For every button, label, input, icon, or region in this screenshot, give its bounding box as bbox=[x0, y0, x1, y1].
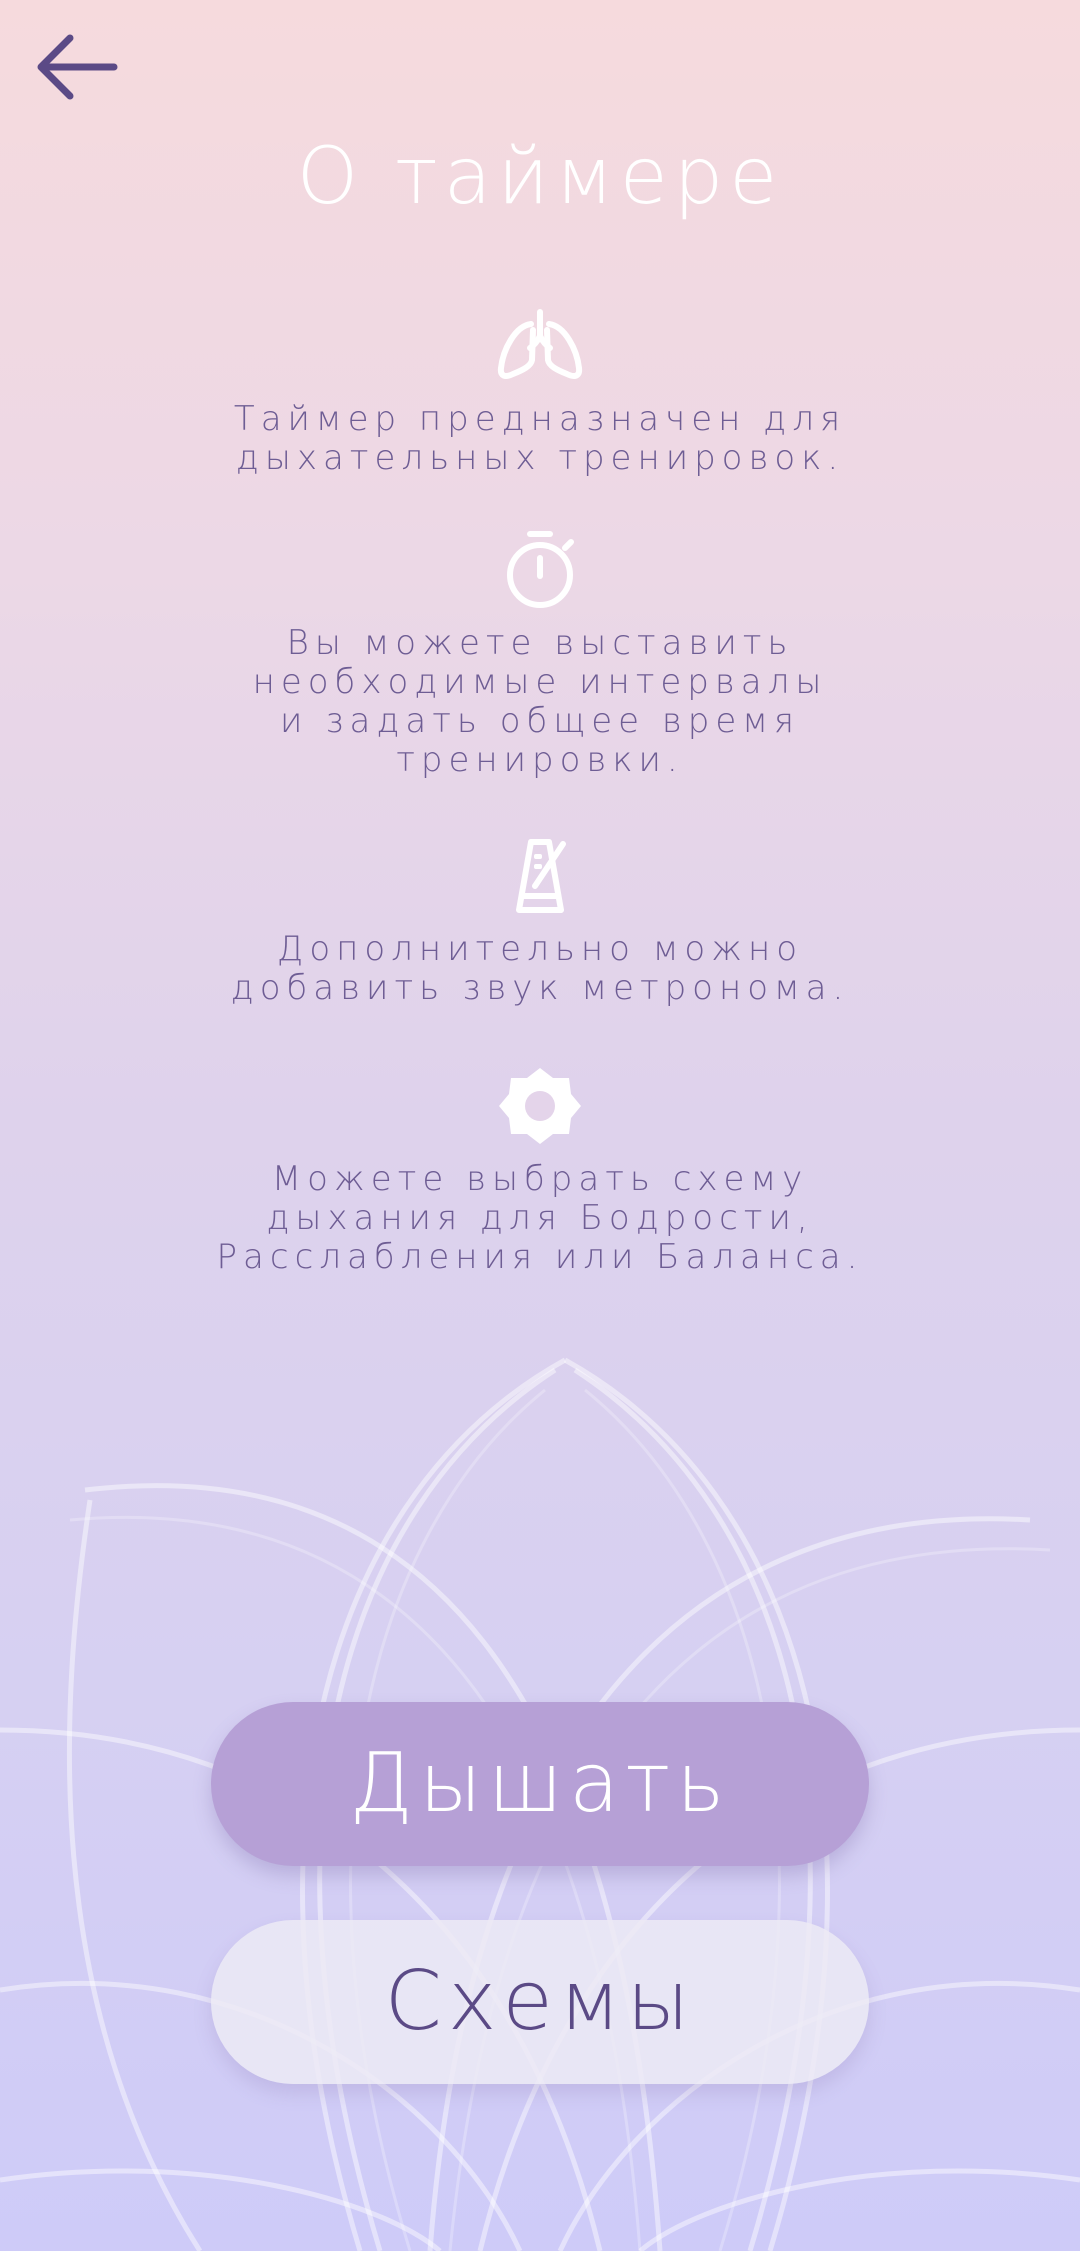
sun-gear-icon bbox=[499, 1068, 581, 1144]
arrow-left-icon bbox=[37, 34, 118, 100]
feature-text: Таймер предназначен для дыхательных трен… bbox=[233, 399, 847, 478]
feature-metronome: Дополнительно можно добавить звук метрон… bbox=[0, 836, 1080, 1008]
page-title: О таймере bbox=[296, 132, 784, 222]
back-button[interactable] bbox=[30, 25, 130, 115]
stopwatch-icon bbox=[507, 531, 574, 608]
feature-breathing-training: Таймер предназначен для дыхательных трен… bbox=[0, 306, 1080, 478]
breathe-button[interactable]: Дышать bbox=[211, 1702, 869, 1866]
lungs-icon bbox=[497, 309, 583, 379]
schemes-button[interactable]: Схемы bbox=[211, 1920, 869, 2084]
feature-text: Вы можете выставить необходимые интервал… bbox=[252, 623, 828, 780]
feature-text: Можете выбрать схему дыхания для Бодрост… bbox=[216, 1159, 864, 1277]
feature-intervals: Вы можете выставить необходимые интервал… bbox=[0, 530, 1080, 780]
feature-breathing-schemes: Можете выбрать схему дыхания для Бодрост… bbox=[0, 1066, 1080, 1277]
metronome-icon bbox=[516, 839, 566, 913]
feature-text: Дополнительно можно добавить звук метрон… bbox=[230, 929, 850, 1008]
